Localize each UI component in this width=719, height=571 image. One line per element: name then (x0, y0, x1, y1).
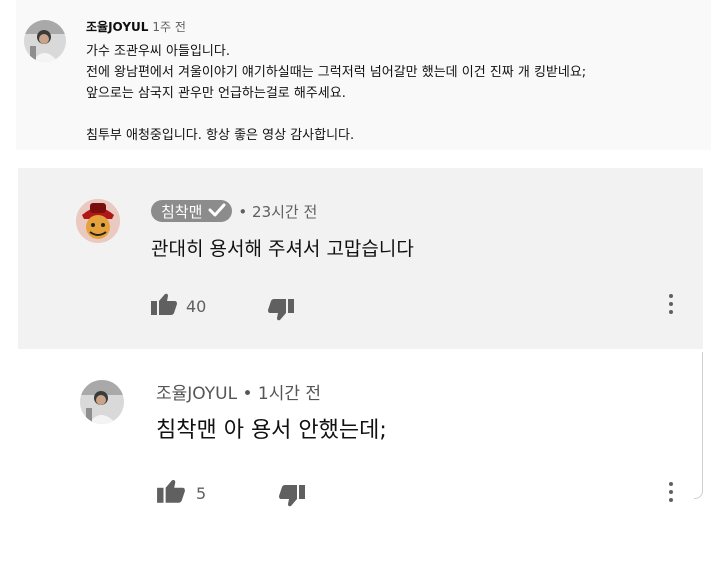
more-vert-icon[interactable] (669, 482, 673, 502)
comment-body: 가수 조관우씨 아들입니다. 전에 왕남편에서 겨울이야기 얘기하실때는 그럭저… (86, 41, 586, 146)
like-row: 5 (156, 478, 206, 508)
avatar[interactable] (80, 380, 124, 424)
thumbs-up-icon[interactable] (150, 292, 178, 320)
reply-text: 관대히 용서해 주셔서 고맙습니다 (151, 238, 414, 260)
reply-header: 침착맨 • 23시간 전 (151, 200, 317, 222)
comment-line: 침투부 애청중입니다. 항상 좋은 영상 감사합니다. (86, 128, 355, 143)
author-name[interactable]: 조율JOYUL (86, 20, 148, 34)
like-count: 5 (196, 483, 207, 503)
comment-line (86, 104, 586, 125)
avatar[interactable] (76, 199, 120, 243)
like-row: 40 (150, 292, 206, 320)
avatar[interactable] (24, 20, 66, 62)
thumbs-down-icon[interactable] (267, 298, 295, 326)
more-vert-icon[interactable] (669, 294, 673, 314)
comment-time[interactable]: 1주 전 (152, 20, 186, 34)
comment-line: 가수 조관우씨 아들입니다. (86, 44, 230, 59)
reply-time[interactable]: • 23시간 전 (238, 201, 317, 222)
like-count: 40 (186, 296, 207, 316)
thumbs-down-icon[interactable] (278, 484, 306, 512)
reply-text: 침착맨 아 용서 안했는데; (156, 418, 387, 443)
comment-header: 조율JOYUL 1주 전 (86, 16, 186, 35)
author-name: 침착맨 (161, 202, 203, 221)
comment-line: 앞으로는 삼국지 관우만 언급하는걸로 해주세요. (86, 86, 346, 101)
comment-line: 전에 왕남편에서 겨울이야기 얘기하실때는 그럭저럭 넘어갈만 했는데 이건 진… (86, 65, 587, 80)
reply-header[interactable]: 조율JOYUL • 1시간 전 (156, 379, 321, 404)
author-chip[interactable]: 침착맨 (151, 200, 233, 222)
check-icon (208, 202, 226, 221)
scrollbar[interactable] (694, 352, 703, 499)
thumbs-up-icon[interactable] (156, 478, 186, 508)
